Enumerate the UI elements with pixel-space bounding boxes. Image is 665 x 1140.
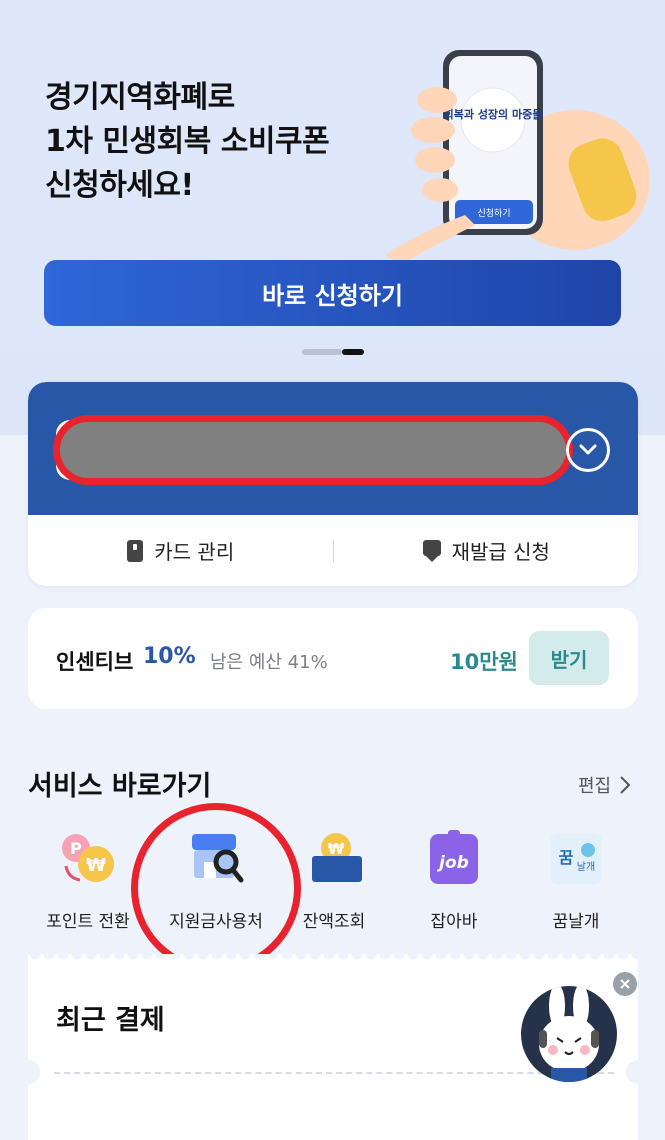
- incentive-rate: 10%: [143, 644, 196, 669]
- service-point-convert[interactable]: P ₩ 포인트 전환: [28, 830, 148, 932]
- incentive-amount: 10만원: [450, 650, 518, 674]
- close-mascot-button[interactable]: [613, 972, 637, 996]
- services-title: 서비스 바로가기: [28, 771, 212, 802]
- svg-text:꿈: 꿈: [559, 848, 574, 867]
- carousel-pager: [302, 349, 364, 355]
- job-icon: job: [430, 830, 478, 884]
- dream-wings-icon: 꿈 날개: [550, 834, 602, 884]
- service-label: 잡아바: [430, 912, 478, 932]
- point-convert-icon: P ₩: [62, 834, 114, 882]
- remaining-budget: 남은 예산 41%: [210, 652, 328, 673]
- receipt-notch-left: [16, 1060, 40, 1084]
- apply-now-button[interactable]: 바로 신청하기: [44, 260, 621, 326]
- close-icon: [620, 979, 630, 989]
- incentive-panel: 인센티브 10% 남은 예산 41% 10만원 받기: [28, 608, 638, 709]
- reissue-label: 재발급 신청: [451, 540, 550, 564]
- banner-title: 경기지역화폐로 1차 민생회복 소비쿠폰 신청하세요!: [45, 80, 330, 203]
- balance-wallet-icon: ₩: [312, 833, 362, 882]
- incentive-label: 인센티브: [56, 650, 134, 674]
- hand-phone-illustration: 회복과 성장의 마중물 신청하기: [385, 50, 650, 265]
- annotation-highlight-circle: [131, 803, 301, 973]
- svg-text:job: job: [436, 853, 469, 873]
- service-jobaba[interactable]: job 잡아바: [394, 830, 514, 932]
- chatbot-mascot-button[interactable]: [521, 986, 617, 1082]
- svg-text:날개: 날개: [577, 861, 595, 873]
- dashed-divider: [54, 1072, 614, 1074]
- service-dream-wings[interactable]: 꿈 날개 꿈날개: [516, 830, 636, 932]
- chevron-down-icon: [579, 444, 597, 455]
- edit-services-button[interactable]: 편집: [578, 772, 631, 798]
- card-manage-label: 카드 관리: [154, 540, 235, 564]
- service-label: 꿈날개: [552, 912, 600, 932]
- expand-card-button[interactable]: [566, 428, 610, 472]
- card-panel: 카드 관리 재발급 신청: [28, 382, 638, 586]
- pager-dot-active: [342, 349, 364, 355]
- svg-text:₩: ₩: [328, 840, 345, 858]
- reissue-icon: [422, 539, 441, 562]
- receipt-notch-right: [626, 1060, 650, 1084]
- svg-text:₩: ₩: [86, 855, 106, 876]
- annotation-highlight-card: [53, 415, 573, 485]
- card-header[interactable]: [28, 382, 638, 515]
- edit-label: 편집: [578, 776, 612, 797]
- card-manage-button[interactable]: 카드 관리: [28, 536, 333, 565]
- bunny-mascot-icon: [539, 986, 599, 1082]
- service-label: 포인트 전환: [46, 912, 130, 932]
- chevron-right-icon: [620, 776, 631, 794]
- card-icon: [127, 539, 144, 562]
- recent-payments-title: 최근 결제: [56, 1005, 165, 1036]
- phone-badge-text: 회복과 성장의 마중물: [444, 107, 543, 121]
- pager-dot: [302, 349, 342, 355]
- receive-button[interactable]: 받기: [529, 631, 609, 685]
- phone-apply-label: 신청하기: [477, 208, 510, 219]
- promo-banner[interactable]: 경기지역화폐로 1차 민생회복 소비쿠폰 신청하세요! 회복과 성장의 마중물 …: [0, 0, 665, 435]
- card-actions: 카드 관리 재발급 신청: [28, 515, 638, 586]
- reissue-button[interactable]: 재발급 신청: [334, 536, 639, 565]
